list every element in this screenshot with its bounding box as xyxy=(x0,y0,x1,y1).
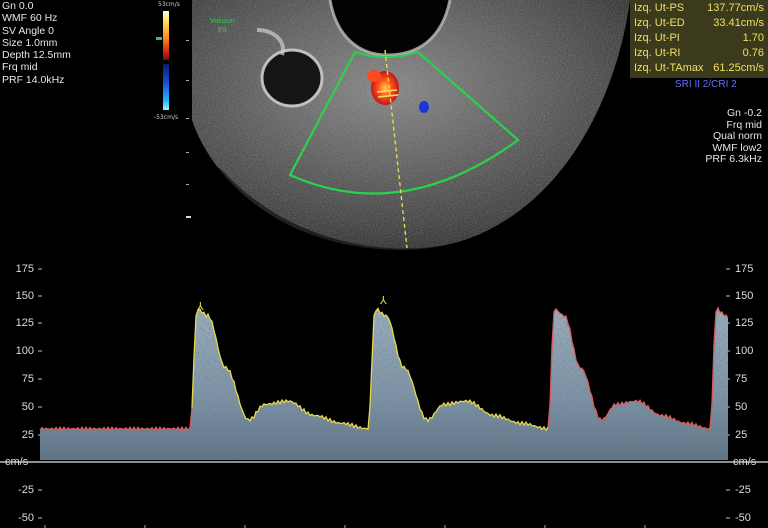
spectrum-texture xyxy=(40,307,728,460)
axis-tick-label: -25 xyxy=(735,484,751,496)
color-scale-positive xyxy=(163,11,169,60)
axis-tick-label: 75 xyxy=(21,373,34,385)
frequency-readout: Frq mid xyxy=(2,61,38,74)
axis-tick-label: 25 xyxy=(735,429,748,441)
spectral-doppler-trace: ⅄ ⅄ xyxy=(0,268,768,528)
axis-tick-label: 175 xyxy=(735,263,754,275)
measurement-label: Izq. Ut-RI xyxy=(634,47,681,59)
axis-tick-label: 50 xyxy=(735,401,748,413)
measurement-label: Izq. Ut-PI xyxy=(634,32,680,44)
prf-readout: PRF 14.0kHz xyxy=(2,73,65,86)
color-velocity-scale: 53cm/s -53cm/s xyxy=(154,1,184,126)
pw-parameters: Gn -0.2 Frq mid Qual norm WMF low2 PRF 6… xyxy=(705,107,762,166)
axis-tick-label: 150 xyxy=(15,290,34,302)
axis-tick-label: 125 xyxy=(15,317,34,329)
axis-tick-label: 150 xyxy=(735,290,754,302)
axis-tick-label: -50 xyxy=(735,512,751,524)
velocity-unit-label: cm/s xyxy=(733,456,757,468)
left-axis-ticks xyxy=(38,268,42,519)
axis-tick-label: 100 xyxy=(15,345,34,357)
probe-badge-model: E8 xyxy=(218,27,227,34)
wmf-readout: WMF 60 Hz xyxy=(2,12,58,25)
axis-tick-label: 75 xyxy=(735,373,748,385)
measurement-label: Izq. Ut-TAmax xyxy=(634,62,704,74)
measurement-ed: Izq. Ut-ED 33.41cm/s xyxy=(634,15,764,31)
gain-readout: Gn 0.0 xyxy=(2,0,34,12)
probe-badge-brand: Voluson xyxy=(210,18,235,25)
envelope-trace xyxy=(191,307,549,432)
measurement-value: 0.76 xyxy=(742,47,764,59)
axis-tick-label: -50 xyxy=(18,512,34,524)
axis-tick-label: 175 xyxy=(15,263,34,275)
color-scale-min-label: -53cm/s xyxy=(154,114,179,121)
pw-prf-readout: PRF 6.3kHz xyxy=(705,153,762,166)
color-scale-max-label: 53cm/s xyxy=(158,1,180,8)
peak-marker-icon: ⅄ xyxy=(379,295,387,307)
measurement-value: 137.77cm/s xyxy=(707,2,764,14)
depth-readout: Depth 12.5mm xyxy=(2,49,71,62)
axis-tick-label: 25 xyxy=(21,429,34,441)
baseline-marker-icon xyxy=(156,37,162,40)
sample-size-readout: Size 1.0mm xyxy=(2,36,58,49)
axis-tick-label: 50 xyxy=(21,401,34,413)
color-scale-negative xyxy=(163,64,169,110)
measurement-label: Izq. Ut-PS xyxy=(634,2,685,14)
sri-readout: SRI II 2/CRI 2 xyxy=(675,79,737,90)
sv-angle-readout: SV Angle 0 xyxy=(2,24,54,37)
axis-tick-label: 125 xyxy=(735,317,754,329)
doppler-parameters: Gn 0.0 WMF 60 Hz SV Angle 0 Size 1.0mm D… xyxy=(2,0,71,86)
peak-marker-icon: ⅄ xyxy=(196,301,204,313)
ultrasound-screen: Gn 0.0 WMF 60 Hz SV Angle 0 Size 1.0mm D… xyxy=(0,0,768,528)
axis-tick-label: -25 xyxy=(18,484,34,496)
envelope-red-left xyxy=(39,407,193,432)
measurement-ps: Izq. Ut-PS 137.77cm/s xyxy=(634,0,764,16)
axis-tick-label: 100 xyxy=(735,345,754,357)
measurement-label: Izq. Ut-ED xyxy=(634,17,685,29)
pw-gain-readout: Gn -0.2 xyxy=(726,107,762,119)
probe-badge: Voluson E8 xyxy=(210,17,235,35)
measurement-tamax: Izq. Ut-TAmax 61.25cm/s xyxy=(634,60,764,76)
measurement-results-panel: Izq. Ut-PS 137.77cm/s Izq. Ut-ED 33.41cm… xyxy=(630,0,768,78)
bmode-image xyxy=(192,0,630,250)
measurement-ri: Izq. Ut-RI 0.76 xyxy=(634,45,764,61)
measurement-value: 1.70 xyxy=(742,32,764,44)
measurement-value: 61.25cm/s xyxy=(713,62,764,74)
velocity-unit-label: cm/s xyxy=(5,456,29,468)
measurement-pi: Izq. Ut-PI 1.70 xyxy=(634,30,764,46)
measurement-value: 33.41cm/s xyxy=(713,17,764,29)
